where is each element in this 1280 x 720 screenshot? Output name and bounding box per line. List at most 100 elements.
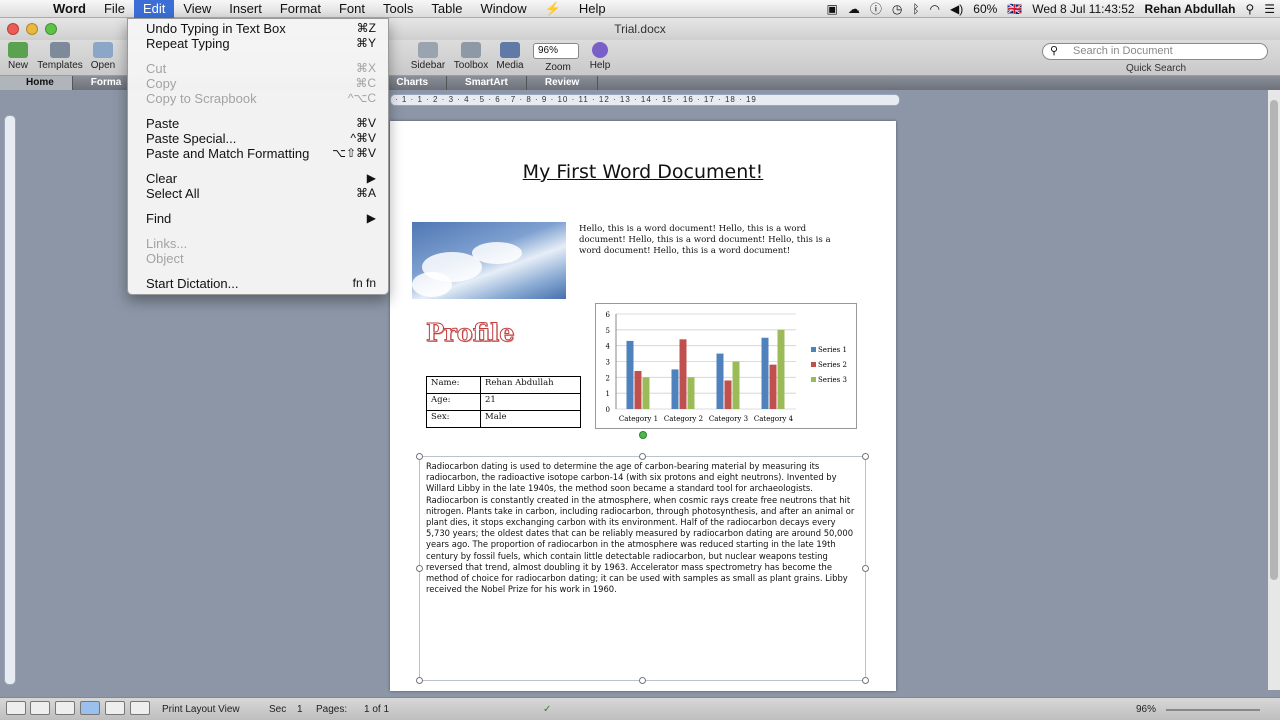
table-cell-key[interactable]: Name: <box>426 376 481 394</box>
x-tick-label: Category 2 <box>664 415 703 423</box>
y-tick-label: 1 <box>606 390 610 398</box>
menu-item-label: Paste and Match Formatting <box>146 146 310 161</box>
menu-insert[interactable]: Insert <box>220 0 271 18</box>
clock[interactable]: Wed 8 Jul 11:43:52 <box>1027 2 1139 16</box>
resize-handle[interactable] <box>639 453 646 460</box>
y-tick-label: 6 <box>606 311 611 319</box>
menu-font[interactable]: Font <box>330 0 374 18</box>
battery-status[interactable]: 60% <box>968 2 1002 16</box>
spotlight-icon[interactable]: ⚲ <box>1240 2 1259 16</box>
menu-view[interactable]: View <box>174 0 220 18</box>
menu-item-paste[interactable]: Paste ⌘V <box>128 116 388 131</box>
horizontal-ruler[interactable]: · 1 · 1 · 2 · 3 · 4 · 5 · 6 · 7 · 8 · 9 … <box>390 94 900 106</box>
menu-help[interactable]: Help <box>570 0 615 18</box>
table-cell-value[interactable]: 21 <box>480 393 581 411</box>
bar-chart[interactable]: 0 1 2 3 4 5 6 Category 1 Category 2 Category 3 Cat… <box>595 303 857 429</box>
menu-item-paste-special[interactable]: Paste Special... ^⌘V <box>128 131 388 146</box>
rotation-handle[interactable] <box>639 431 647 439</box>
menu-item-undo-typing-in-text-box[interactable]: Undo Typing in Text Box ⌘Z <box>128 21 388 36</box>
menu-table[interactable]: Table <box>422 0 471 18</box>
menu-item-start-dictation[interactable]: Start Dictation... fn fn <box>128 276 388 291</box>
user-name[interactable]: Rehan Abdullah <box>1140 2 1241 16</box>
resize-handle[interactable] <box>416 565 423 572</box>
notebook-view-button[interactable] <box>105 701 125 715</box>
vertical-ruler[interactable] <box>4 115 16 685</box>
focus-view-button[interactable] <box>130 701 150 715</box>
menu-item-paste-and-match-formatting[interactable]: Paste and Match Formatting ⌥⇧⌘V <box>128 146 388 161</box>
table-cell-key[interactable]: Age: <box>426 393 481 411</box>
menu-word[interactable]: Word <box>44 0 95 18</box>
menu-item-label: Paste <box>146 116 180 131</box>
chart-bar <box>732 361 740 409</box>
status-menus: ▣ ☁ ⓘ ◷ ᛒ ◠ ◀) 60% 🇬🇧 Wed 8 Jul 11:43:52… <box>822 0 1280 18</box>
menu-edit[interactable]: Edit <box>133 0 175 18</box>
table-cell-value[interactable]: Male <box>480 410 581 428</box>
cloud-shape <box>412 272 452 297</box>
menu-item-repeat-typing[interactable]: Repeat Typing ⌘Y <box>128 36 388 51</box>
document-page[interactable]: My First Word Document! Hello, this is a… <box>390 121 896 691</box>
bluetooth-icon[interactable]: ᛒ <box>907 2 924 16</box>
menu-item-select-all[interactable]: Select All ⌘A <box>128 186 388 201</box>
print-layout-view-button[interactable] <box>80 701 100 715</box>
menu-item-label: Select All <box>146 186 200 201</box>
sidebar-button[interactable]: Sidebar <box>408 42 448 71</box>
table-cell-key[interactable]: Sex: <box>426 410 481 428</box>
draft-view-button[interactable] <box>6 701 26 715</box>
zoom-select[interactable]: 96% <box>533 43 579 59</box>
notification-center-icon[interactable]: ☰ <box>1259 2 1280 16</box>
menu-item-label: Start Dictation... <box>146 276 239 291</box>
vertical-scrollbar[interactable] <box>1268 90 1280 690</box>
menu-format[interactable]: Format <box>271 0 330 18</box>
menu-item-clear[interactable]: Clear ▶ <box>128 171 388 186</box>
cloud-icon[interactable]: ☁ <box>843 2 865 16</box>
view-name: Print Layout View <box>162 704 240 715</box>
outline-view-button[interactable] <box>30 701 50 715</box>
y-tick-label: 2 <box>606 374 610 382</box>
menu-item-shortcut: ⌘Z <box>356 21 376 35</box>
menu-item-find[interactable]: Find ▶ <box>128 211 388 226</box>
zoom-slider[interactable] <box>1166 709 1260 711</box>
tab-review[interactable]: Review <box>527 76 599 90</box>
toolbox-button[interactable]: Toolbox <box>450 42 492 71</box>
profile-table[interactable]: Name: Rehan Abdullah Age: 21 Sex: Male <box>426 376 581 428</box>
sky-image[interactable] <box>412 222 566 299</box>
menu-separator <box>128 201 388 211</box>
menu-tools[interactable]: Tools <box>374 0 422 18</box>
resize-handle[interactable] <box>862 677 869 684</box>
edit-menu-dropdown: Undo Typing in Text Box ⌘Z Repeat Typing ⌘Y… <box>127 18 389 295</box>
time-machine-icon[interactable]: ◷ <box>887 2 907 16</box>
help-button[interactable]: Help <box>586 42 614 71</box>
resize-handle[interactable] <box>639 677 646 684</box>
input-flag-icon[interactable]: 🇬🇧 <box>1002 2 1027 16</box>
resize-handle[interactable] <box>862 453 869 460</box>
chart-bar <box>634 371 642 409</box>
menu-separator <box>128 161 388 171</box>
legend-swatch <box>811 377 816 382</box>
chart-bar <box>724 380 732 409</box>
new-button[interactable]: New <box>4 42 32 71</box>
accessibility-icon[interactable]: ⓘ <box>865 0 887 17</box>
publishing-view-button[interactable] <box>55 701 75 715</box>
open-button[interactable]: Open <box>88 42 118 71</box>
scroll-thumb[interactable] <box>1270 100 1278 580</box>
resize-handle[interactable] <box>416 453 423 460</box>
menu-file[interactable]: File <box>95 0 134 18</box>
text-box[interactable]: Radiocarbon dating is used to determine … <box>416 453 869 684</box>
resize-handle[interactable] <box>862 565 869 572</box>
menu-script-icon[interactable]: ⚡ <box>536 0 570 18</box>
camera-icon[interactable]: ▣ <box>822 2 843 16</box>
volume-icon[interactable]: ◀) <box>945 2 968 16</box>
table-cell-value[interactable]: Rehan Abdullah <box>480 376 581 394</box>
templates-button[interactable]: Templates <box>34 42 86 71</box>
search-input[interactable]: Search in Document <box>1042 43 1268 60</box>
wifi-icon[interactable]: ◠ <box>925 2 945 16</box>
section-label: Sec <box>269 704 287 715</box>
media-button[interactable]: Media <box>494 42 526 71</box>
tab-smartart[interactable]: SmartArt <box>447 76 527 90</box>
menu-window[interactable]: Window <box>471 0 535 18</box>
menu-item-label: Object <box>146 251 184 266</box>
resize-handle[interactable] <box>416 677 423 684</box>
spelling-check-icon[interactable]: ✓ <box>543 704 551 715</box>
menu-item-links: Links... <box>128 236 388 251</box>
tab-home[interactable]: Home <box>0 76 73 90</box>
